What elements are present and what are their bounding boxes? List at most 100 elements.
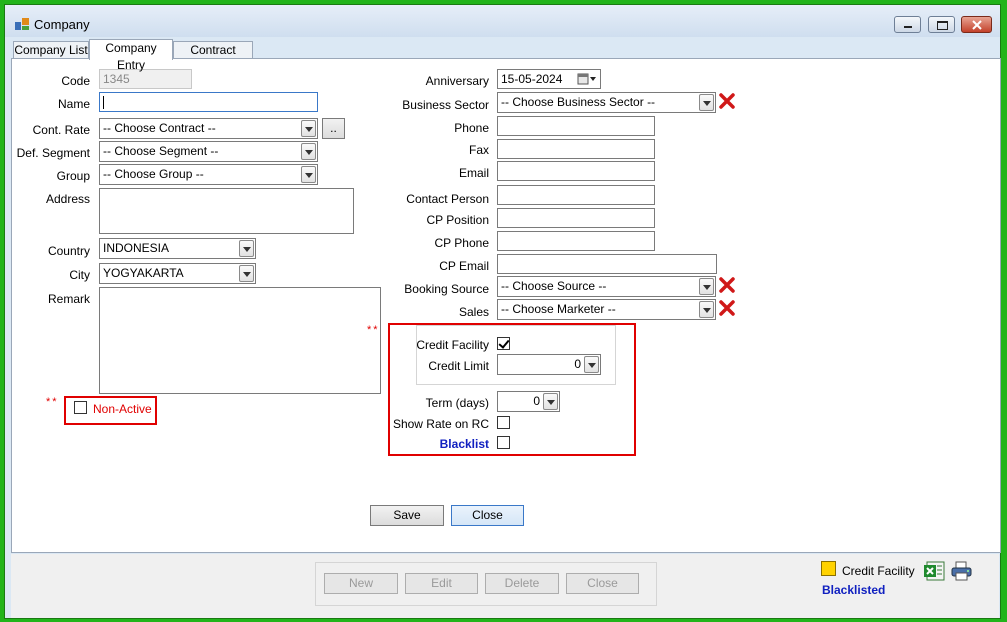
sales-value: -- Choose Marketer --: [501, 302, 616, 316]
chevron-down-icon[interactable]: [699, 278, 714, 295]
anniversary-label: Anniversary: [425, 74, 489, 88]
credit-facility-label: Credit Facility: [416, 338, 489, 352]
booking-source-value: -- Choose Source --: [501, 279, 607, 293]
business-sector-select[interactable]: -- Choose Business Sector --: [497, 92, 716, 113]
app-icon: [15, 18, 29, 30]
chevron-down-icon[interactable]: [301, 143, 316, 160]
cont-rate-browse-button[interactable]: ..: [322, 118, 345, 139]
delete-x-icon[interactable]: [719, 300, 735, 316]
delete-button[interactable]: Delete: [485, 573, 559, 594]
close-button[interactable]: Close: [451, 505, 524, 526]
credit-facility-swatch: [821, 561, 836, 576]
cp-phone-label: CP Phone: [434, 236, 490, 250]
term-days-value: 0: [533, 394, 540, 408]
contact-person-input[interactable]: [497, 185, 655, 205]
maximize-icon: [937, 21, 948, 30]
blacklist-label: Blacklist: [439, 437, 489, 451]
def-segment-select[interactable]: -- Choose Segment --: [99, 141, 318, 162]
fax-label: Fax: [468, 143, 489, 157]
chevron-down-icon[interactable]: [301, 166, 316, 183]
def-segment-value: -- Choose Segment --: [103, 144, 219, 158]
contact-person-label: Contact Person: [406, 192, 489, 206]
blacklist-checkbox[interactable]: [497, 436, 510, 449]
email-input[interactable]: [497, 161, 655, 181]
legend-credit-facility: Credit Facility: [842, 564, 915, 578]
chevron-down-icon[interactable]: [239, 240, 254, 257]
chevron-down-icon[interactable]: [699, 94, 714, 111]
cont-rate-select[interactable]: -- Choose Contract --: [99, 118, 318, 139]
cp-position-input[interactable]: [497, 208, 655, 228]
show-rate-on-rc-checkbox[interactable]: [497, 416, 510, 429]
remark-label: Remark: [47, 292, 90, 306]
minimize-icon: [904, 26, 912, 28]
legend-blacklisted: Blacklisted: [822, 583, 886, 597]
edit-button[interactable]: Edit: [405, 573, 478, 594]
tab-company-entry[interactable]: Company Entry: [89, 39, 173, 72]
address-textarea[interactable]: [99, 188, 354, 234]
title-bar: Company: [5, 5, 1000, 37]
name-label: Name: [57, 97, 90, 111]
non-active-label: Non-Active: [93, 402, 152, 416]
window-title: Company: [34, 17, 90, 32]
cp-position-label: CP Position: [426, 213, 489, 227]
tab-contract-detail[interactable]: Contract Detail: [173, 41, 253, 74]
term-days-label: Term (days): [425, 396, 489, 410]
save-button[interactable]: Save: [370, 505, 444, 526]
business-sector-value: -- Choose Business Sector --: [501, 95, 656, 109]
booking-source-select[interactable]: -- Choose Source --: [497, 276, 716, 297]
def-segment-label: Def. Segment: [16, 146, 90, 160]
toolbar-close-button[interactable]: Close: [566, 573, 639, 594]
sales-select[interactable]: -- Choose Marketer --: [497, 299, 716, 320]
anniversary-datepicker[interactable]: 15-05-2024: [497, 69, 601, 89]
maximize-button[interactable]: [928, 16, 955, 33]
close-window-button[interactable]: [961, 16, 992, 33]
country-label: Country: [47, 244, 90, 258]
credit-limit-value: 0: [574, 357, 581, 371]
required-marker: **: [46, 396, 59, 408]
group-value: -- Choose Group --: [103, 167, 204, 181]
code-input: 1345: [99, 69, 192, 89]
show-rate-on-rc-label: Show Rate on RC: [392, 417, 489, 431]
credit-limit-label: Credit Limit: [428, 359, 489, 373]
phone-label: Phone: [454, 121, 489, 135]
cp-phone-input[interactable]: [497, 231, 655, 251]
code-label: Code: [61, 74, 90, 88]
term-days-input[interactable]: 0: [497, 391, 560, 412]
cont-rate-label: Cont. Rate: [32, 123, 90, 137]
booking-source-label: Booking Source: [404, 282, 489, 296]
chevron-down-icon[interactable]: [301, 120, 316, 137]
country-value: INDONESIA: [103, 241, 170, 255]
anniversary-value: 15-05-2024: [501, 72, 563, 86]
company-entry-panel: Code 1345 Name Cont. Rate -- Choose Cont…: [11, 58, 1001, 553]
new-button[interactable]: New: [324, 573, 398, 594]
non-active-checkbox[interactable]: [74, 401, 87, 414]
company-window: Company Company List Company Entry Contr…: [4, 4, 1001, 619]
credit-facility-checkbox[interactable]: [497, 337, 510, 350]
delete-x-icon[interactable]: [719, 93, 735, 109]
close-icon: [972, 20, 982, 30]
city-select[interactable]: YOGYAKARTA: [99, 263, 256, 284]
chevron-down-icon[interactable]: [543, 393, 558, 410]
chevron-down-icon[interactable]: [584, 356, 599, 373]
print-icon[interactable]: [951, 561, 973, 581]
remark-textarea[interactable]: [99, 287, 381, 394]
minimize-button[interactable]: [894, 16, 921, 33]
group-select[interactable]: -- Choose Group --: [99, 164, 318, 185]
cp-email-input[interactable]: [497, 254, 717, 274]
excel-icon[interactable]: [924, 560, 946, 582]
credit-limit-input[interactable]: 0: [497, 354, 601, 375]
name-input[interactable]: [99, 92, 318, 112]
sales-label: Sales: [458, 305, 489, 319]
calendar-icon[interactable]: [577, 72, 597, 86]
city-value: YOGYAKARTA: [103, 266, 184, 280]
required-marker: **: [367, 324, 380, 336]
country-select[interactable]: INDONESIA: [99, 238, 256, 259]
city-label: City: [69, 268, 90, 282]
tab-company-list[interactable]: Company List: [13, 41, 89, 58]
phone-input[interactable]: [497, 116, 655, 136]
fax-input[interactable]: [497, 139, 655, 159]
delete-x-icon[interactable]: [719, 277, 735, 293]
chevron-down-icon[interactable]: [699, 301, 714, 318]
chevron-down-icon[interactable]: [239, 265, 254, 282]
email-label: Email: [458, 166, 489, 180]
